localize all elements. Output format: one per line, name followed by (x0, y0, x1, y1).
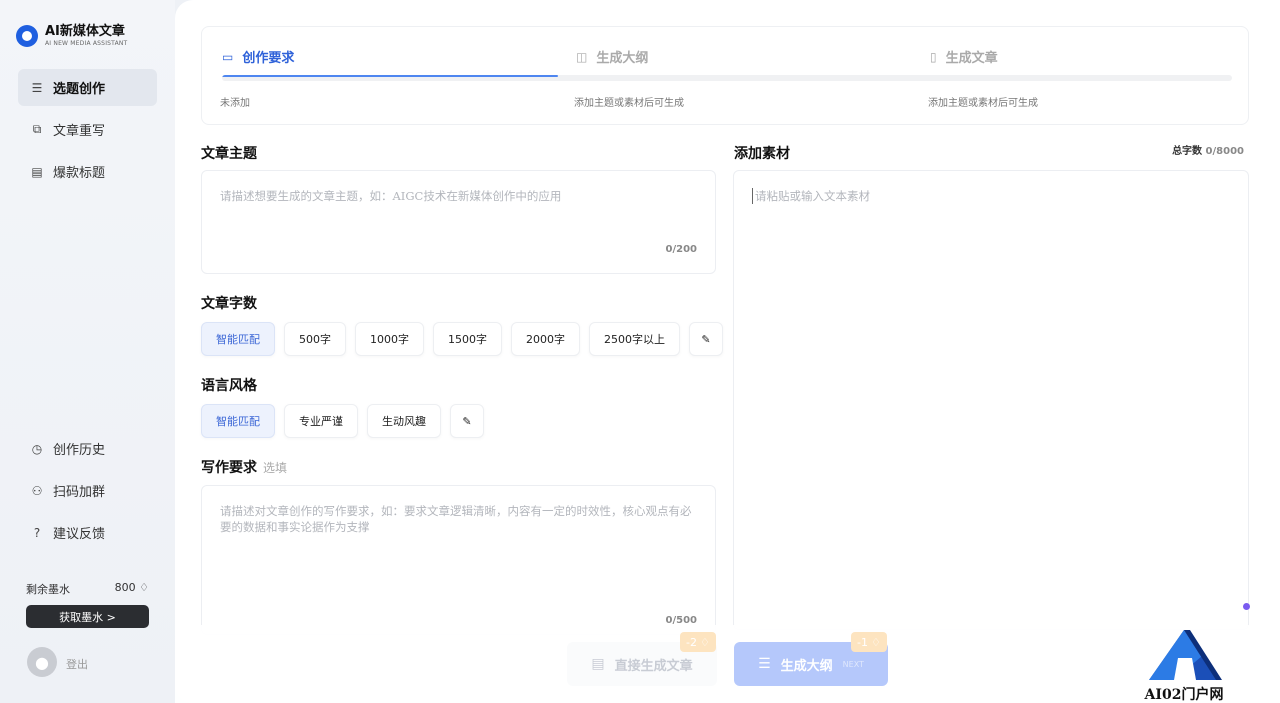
generate-outline-label: 生成大纲 (780, 658, 833, 674)
ink-quota-label: 剩余墨水 (26, 583, 70, 596)
list-icon: ☰ (758, 656, 771, 672)
word-count-option-1500[interactable]: 1500字 (433, 322, 502, 356)
pencil-icon: ✎ (462, 414, 472, 428)
file-icon: ▯ (930, 49, 937, 64)
optional-label: 选填 (263, 461, 288, 475)
watermark-text: AI02门户网 (1144, 687, 1224, 703)
main-panel: ▭ 创作要求 未添加 ◫ 生成大纲 添加主题或素材后可生成 ▯ 生成文章 添加主… (175, 0, 1280, 703)
ink-drop-icon: ♢ (139, 581, 149, 594)
user-icon: ● (35, 652, 49, 672)
outline-icon: ◫ (576, 49, 588, 64)
watermark: AI02门户网 (1134, 630, 1234, 703)
outline-cost-value: -1 (857, 635, 868, 649)
ink-quota-value: 800 (114, 581, 136, 594)
step-note: 未添加 (220, 98, 250, 109)
ink-quota: 剩余墨水 800 ♢ (26, 581, 149, 597)
sidebar-item-feedback[interactable]: ? 建议反馈 (18, 514, 157, 551)
material-placeholder: 请粘贴或输入文本素材 (752, 188, 870, 204)
sidebar-item-history[interactable]: ◷ 创作历史 (18, 430, 157, 467)
topic-char-count: 0/200 (665, 244, 697, 255)
article-cost-value: -2 (686, 635, 697, 649)
word-count-custom-button[interactable]: ✎ (689, 322, 723, 356)
step-label: 创作要求 (242, 51, 295, 66)
total-count-value: 0/8000 (1205, 146, 1244, 157)
logo-icon (16, 24, 38, 47)
style-custom-button[interactable]: ✎ (450, 404, 484, 438)
app-title: AI新媒体文章 (45, 24, 125, 39)
step-note: 添加主题或素材后可生成 (928, 98, 1038, 109)
style-option-lively[interactable]: 生动风趣 (367, 404, 441, 438)
sidebar-item-topic-creation[interactable]: ☰ 选题创作 (18, 69, 157, 106)
app-subtitle: AI NEW MEDIA ASSISTANT (45, 40, 128, 47)
topic-input[interactable]: 请描述想要生成的文章主题，如：AIGC技术在新媒体创作中的应用 0/200 (201, 170, 716, 274)
generate-article-label: 直接生成文章 (614, 658, 693, 674)
document-icon: ▤ (31, 164, 43, 179)
topic-placeholder: 请描述想要生成的文章主题，如：AIGC技术在新媒体创作中的应用 (220, 189, 562, 203)
word-count-option-auto[interactable]: 智能匹配 (201, 322, 275, 356)
outline-cost-badge: -1 ♢ (851, 632, 887, 652)
requirements-title-text: 写作要求 (201, 460, 257, 476)
word-count-option-2000[interactable]: 2000字 (511, 322, 580, 356)
step-progress-track (222, 75, 1232, 81)
style-option-auto[interactable]: 智能匹配 (201, 404, 275, 438)
sidebar-item-join-group[interactable]: ⚇ 扫码加群 (18, 472, 157, 509)
sidebar-item-label: 建议反馈 (53, 527, 106, 542)
sidebar-item-article-rewrite[interactable]: ⧉ 文章重写 (18, 111, 157, 148)
requirements-placeholder: 请描述对文章创作的写作要求，如：要求文章逻辑清晰，内容有一定的时效性，核心观点有… (220, 504, 692, 534)
style-options: 智能匹配 专业严谨 生动风趣 ✎ (201, 404, 484, 438)
step-tracker: ▭ 创作要求 未添加 ◫ 生成大纲 添加主题或素材后可生成 ▯ 生成文章 添加主… (201, 26, 1249, 125)
requirements-title: 写作要求 选填 (201, 457, 287, 477)
group-icon: ⚇ (31, 483, 43, 498)
get-ink-button[interactable]: 获取墨水 > (26, 605, 149, 628)
sidebar-item-hot-titles[interactable]: ▤ 爆款标题 (18, 153, 157, 190)
sidebar-item-label: 爆款标题 (53, 166, 106, 181)
material-title: 添加素材 (734, 146, 790, 162)
ink-drop-icon: ♢ (699, 635, 710, 649)
ink-drop-icon: ♢ (870, 635, 881, 649)
assistant-dot[interactable] (1243, 603, 1250, 610)
word-count-title: 文章字数 (201, 296, 257, 312)
material-input[interactable]: 请粘贴或输入文本素材 (733, 170, 1249, 630)
next-label: NEXT (842, 659, 864, 669)
material-total-count: 总字数 0/8000 (1172, 142, 1244, 157)
question-icon: ? (33, 525, 41, 540)
sidebar-item-label: 创作历史 (53, 443, 106, 458)
word-count-option-1000[interactable]: 1000字 (355, 322, 424, 356)
watermark-logo-icon (1149, 630, 1222, 680)
article-cost-badge: -2 ♢ (680, 632, 716, 652)
total-count-label: 总字数 (1172, 146, 1203, 157)
word-count-options: 智能匹配 500字 1000字 1500字 2000字 2500字以上 ✎ (201, 322, 723, 356)
word-count-option-2500plus[interactable]: 2500字以上 (589, 322, 680, 356)
rewrite-icon: ⧉ (32, 122, 42, 136)
clock-icon: ◷ (31, 441, 43, 456)
bottom-action-bar (175, 625, 1280, 703)
requirements-input[interactable]: 请描述对文章创作的写作要求，如：要求文章逻辑清晰，内容有一定的时效性，核心观点有… (201, 485, 716, 635)
step-label: 生成文章 (945, 51, 998, 66)
style-option-professional[interactable]: 专业严谨 (284, 404, 358, 438)
logout-link[interactable]: 登出 (66, 656, 88, 672)
sidebar-item-label: 扫码加群 (53, 485, 106, 500)
style-title: 语言风格 (201, 378, 257, 394)
step-progress-fill (222, 75, 559, 77)
step-note: 添加主题或素材后可生成 (574, 98, 684, 109)
sidebar-item-label: 选题创作 (53, 82, 106, 97)
avatar[interactable]: ● (27, 647, 57, 677)
sidebar: AI新媒体文章 AI NEW MEDIA ASSISTANT ☰ 选题创作 ⧉ … (0, 0, 175, 703)
pencil-icon: ✎ (701, 332, 711, 346)
list-icon: ☰ (31, 80, 43, 95)
app-logo[interactable]: AI新媒体文章 AI NEW MEDIA ASSISTANT (16, 24, 127, 47)
file-icon: ▤ (591, 656, 605, 672)
step-label: 生成大纲 (596, 51, 649, 66)
word-count-option-500[interactable]: 500字 (284, 322, 346, 356)
calendar-icon: ▭ (222, 49, 234, 64)
topic-title: 文章主题 (201, 146, 257, 162)
sidebar-item-label: 文章重写 (53, 124, 106, 139)
